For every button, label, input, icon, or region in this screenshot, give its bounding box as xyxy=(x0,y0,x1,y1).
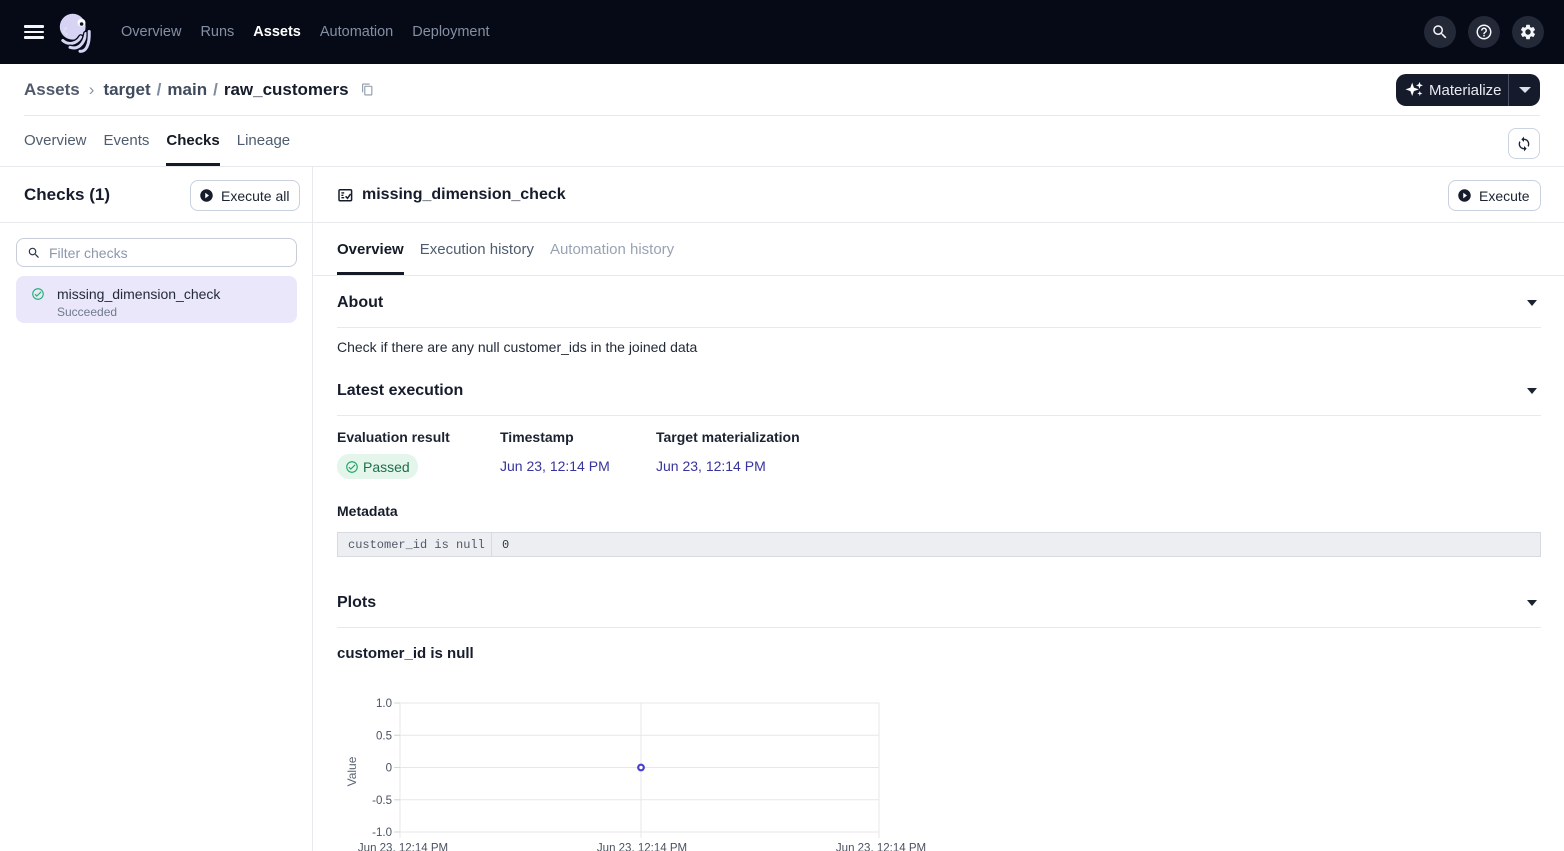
svg-text:1.0: 1.0 xyxy=(376,698,392,710)
svg-text:Jun 23, 12:14 PM: Jun 23, 12:14 PM xyxy=(358,843,448,851)
svg-text:-1.0: -1.0 xyxy=(372,827,392,839)
svg-text:0.5: 0.5 xyxy=(376,730,392,742)
svg-text:Jun 23, 12:14 PM: Jun 23, 12:14 PM xyxy=(597,843,687,851)
svg-text:-0.5: -0.5 xyxy=(372,795,392,807)
svg-text:Jun 23, 12:14 PM: Jun 23, 12:14 PM xyxy=(836,843,926,851)
svg-text:0: 0 xyxy=(386,763,392,775)
svg-text:Value: Value xyxy=(345,756,359,786)
